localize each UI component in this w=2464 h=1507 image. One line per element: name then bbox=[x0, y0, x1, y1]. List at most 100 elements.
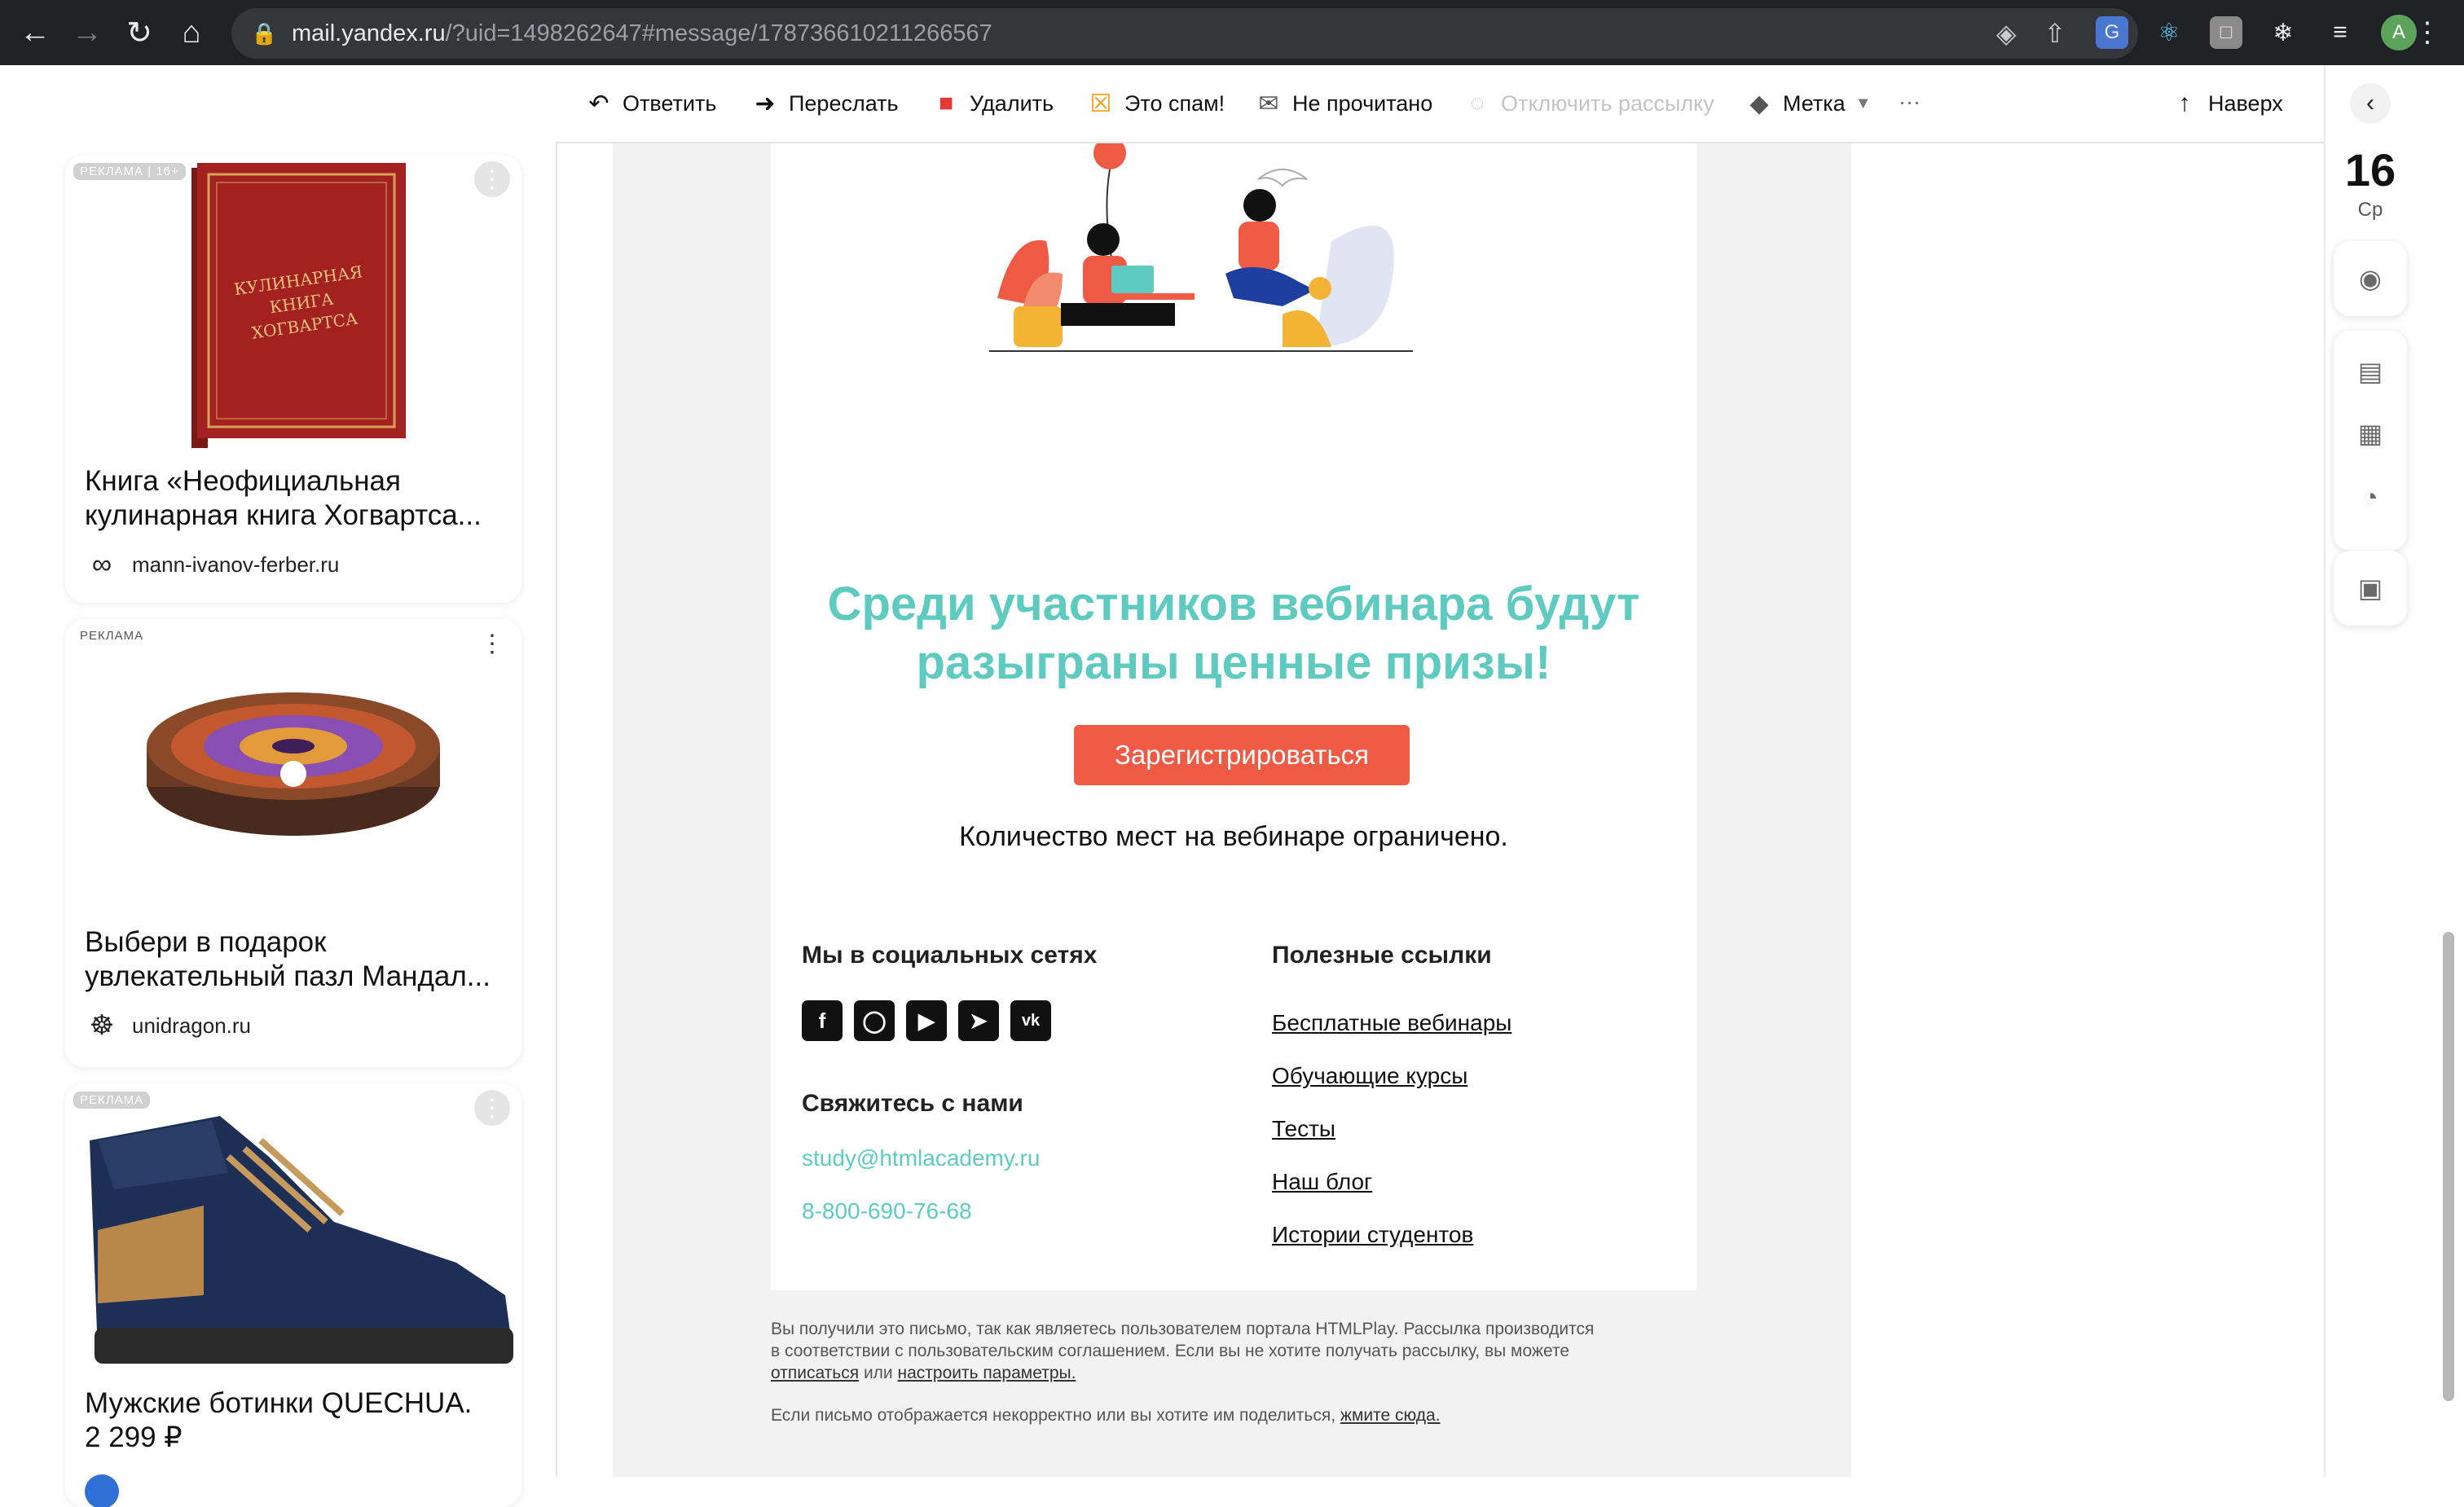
footer-or: или bbox=[863, 1364, 893, 1382]
forward-icon[interactable]: → bbox=[62, 7, 112, 58]
unsubscribe-button[interactable]: ◌ Отключить рассылку bbox=[1463, 90, 1714, 117]
rail-tile-apps: ▤ ▦ ◔ bbox=[2334, 331, 2407, 551]
ad-title-line: кулинарная книга Хогвартса... bbox=[85, 499, 482, 531]
browser-toolbar: ← → ↻ ⌂ 🔒 mail.yandex.ru/?uid=1498262647… bbox=[0, 0, 2464, 65]
link-student-stories[interactable]: Истории студентов bbox=[1272, 1222, 1473, 1248]
profile-avatar[interactable]: A bbox=[2381, 15, 2417, 51]
react-devtools-icon[interactable]: ⚛ bbox=[2153, 16, 2185, 49]
telegram-icon[interactable]: ➤ bbox=[958, 1000, 999, 1041]
unsubscribe-label: Отключить рассылку bbox=[1501, 90, 1714, 116]
link-blog[interactable]: Наш блог bbox=[1272, 1169, 1372, 1195]
envelope-icon: ✉ bbox=[1258, 90, 1279, 117]
share-letter-link[interactable]: жмите сюда. bbox=[1340, 1406, 1441, 1425]
extensions-bar: G ⚛ □ ❄ ≡ A bbox=[2096, 0, 2417, 65]
label-dropdown[interactable]: ◆ Метка ▼ bbox=[1745, 90, 1871, 118]
translate-extension-icon[interactable]: G bbox=[2096, 16, 2128, 49]
ad-title-line: Мужские ботинки QUECHUA. bbox=[85, 1387, 473, 1419]
ad-title-line: Выбери в подарок bbox=[85, 926, 327, 958]
youtube-icon[interactable]: ▶ bbox=[906, 1000, 947, 1041]
register-button[interactable]: Зарегистрироваться bbox=[1074, 725, 1410, 785]
scroll-top-button[interactable]: ↑ Наверх bbox=[2171, 90, 2283, 117]
delete-button[interactable]: ■ Удалить bbox=[932, 90, 1054, 117]
unsubscribe-icon: ◌ bbox=[1470, 90, 1485, 116]
puzzle-extensions-icon[interactable]: ❄ bbox=[2267, 16, 2299, 49]
forward-button[interactable]: ➜ Переслать bbox=[751, 90, 898, 118]
link-tests[interactable]: Тесты bbox=[1272, 1116, 1335, 1142]
rail-tile-telemost: ◉ bbox=[2334, 241, 2407, 316]
useful-links-heading: Полезные ссылки bbox=[1272, 942, 1492, 969]
contact-heading: Свяжитесь с нами bbox=[802, 1090, 1023, 1117]
ad-domain[interactable]: ∞ mann-ivanov-ferber.ru bbox=[85, 547, 339, 582]
delete-label: Удалить bbox=[970, 90, 1054, 116]
extension-icon[interactable]: □ bbox=[2210, 16, 2242, 49]
address-bar[interactable]: 🔒 mail.yandex.ru/?uid=1498262647#message… bbox=[231, 8, 2138, 59]
promo-line: Среди участников вебинара будут bbox=[827, 578, 1640, 630]
mail-view: Вы получили это письмо, так как являетес… bbox=[556, 65, 2324, 1477]
ad-domain[interactable]: ☸ unidragon.ru bbox=[85, 1008, 251, 1043]
link-free-webinars[interactable]: Бесплатные вебинары bbox=[1272, 1010, 1511, 1036]
promo-heading: Среди участников вебинара будут разыгран… bbox=[771, 575, 1696, 692]
vk-icon[interactable]: vk bbox=[1010, 1000, 1051, 1041]
more-actions-button[interactable]: ··· bbox=[1899, 90, 1921, 115]
webinar-illustration bbox=[989, 143, 1413, 352]
ad-title-line: Книга «Неофициальная bbox=[85, 465, 401, 497]
scrollbar[interactable] bbox=[2443, 932, 2454, 1401]
unsubscribe-link[interactable]: отписаться bbox=[771, 1364, 859, 1382]
back-icon[interactable]: ← bbox=[10, 7, 60, 58]
letter-card: Среди участников вебинара будут разыгран… bbox=[771, 143, 1696, 1290]
lock-icon: 🔒 bbox=[251, 20, 278, 46]
contact-email-link[interactable]: study@htmlacademy.ru bbox=[802, 1145, 1040, 1171]
url-text[interactable]: mail.yandex.ru/?uid=1498262647#message/1… bbox=[292, 20, 992, 47]
unread-label: Не прочитано bbox=[1292, 91, 1433, 116]
browser-menu-icon[interactable]: ⋮ bbox=[2413, 0, 2441, 65]
letter-footer: Вы получили это письмо, так как являетес… bbox=[771, 1318, 1635, 1426]
ad-card-boots[interactable]: РЕКЛАМА ⋮ Мужские ботинки QUECHUA. 2 299… bbox=[65, 1083, 521, 1507]
ad-title[interactable]: Выбери в подарок увлекательный пазл Манд… bbox=[85, 925, 491, 994]
reply-label: Ответить bbox=[623, 91, 717, 116]
settings-link[interactable]: настроить параметры. bbox=[898, 1364, 1076, 1382]
chevron-left-icon[interactable]: ‹ bbox=[2350, 83, 2391, 124]
pie-chart-icon[interactable]: ◔ bbox=[2354, 481, 2387, 513]
mail-toolbar: ↶ Ответить ➜ Переслать ■ Удалить ☒ Это с… bbox=[556, 65, 2324, 143]
ad-domain-text: mann-ivanov-ferber.ru bbox=[132, 551, 340, 577]
ad-menu-icon[interactable]: ⋮ bbox=[474, 626, 510, 661]
advertiser-logo-icon bbox=[85, 1474, 119, 1507]
contact-phone-link[interactable]: 8-800-690-76-68 bbox=[802, 1198, 972, 1224]
social-heading: Мы в социальных сетях bbox=[802, 942, 1098, 969]
video-call-icon[interactable]: ◉ bbox=[2354, 262, 2387, 295]
instagram-icon[interactable]: ◯ bbox=[854, 1000, 895, 1041]
social-icons: f ◯ ▶ ➤ vk bbox=[802, 1000, 1051, 1041]
link-courses[interactable]: Обучающие курсы bbox=[1272, 1063, 1467, 1089]
ad-card-book[interactable]: КУЛИНАРНАЯ КНИГА ХОГВАРТСА РЕКЛАМА | 16+… bbox=[65, 155, 521, 603]
reply-button[interactable]: ↶ Ответить bbox=[585, 90, 716, 118]
ad-label: РЕКЛАМА bbox=[73, 1092, 151, 1109]
eye-icon[interactable]: ◈ bbox=[1996, 18, 2017, 49]
form-icon[interactable]: ▣ bbox=[2354, 572, 2387, 604]
notes-icon[interactable]: ▤ bbox=[2354, 355, 2387, 388]
spam-button[interactable]: ☒ Это спам! bbox=[1087, 90, 1225, 118]
limited-seats-text: Количество мест на вебинаре ограничено. bbox=[959, 821, 1508, 852]
ad-title-line: увлекательный пазл Мандал... bbox=[85, 960, 491, 992]
dragon-logo-icon: ☸ bbox=[89, 1010, 115, 1041]
calendar-weekday: Ср bbox=[2357, 199, 2383, 221]
calendar-day[interactable]: 16 bbox=[2325, 143, 2415, 196]
facebook-icon[interactable]: f bbox=[802, 1000, 843, 1041]
ad-menu-icon[interactable]: ⋮ bbox=[474, 1090, 510, 1126]
ad-title[interactable]: Мужские ботинки QUECHUA. 2 299 ₽ bbox=[85, 1386, 472, 1455]
share-icon[interactable]: ⇧ bbox=[2044, 18, 2066, 49]
trash-icon: ■ bbox=[938, 90, 954, 116]
mark-unread-button[interactable]: ✉ Не прочитано bbox=[1255, 90, 1432, 118]
ad-card-puzzle[interactable]: РЕКЛАМА ⋮ Выбери в подарок увлекательный… bbox=[65, 619, 521, 1067]
footer-text-line: Вы получили это письмо, так как являетес… bbox=[771, 1320, 1595, 1338]
reading-list-icon[interactable]: ≡ bbox=[2324, 16, 2356, 49]
ad-price: 2 299 ₽ bbox=[85, 1421, 183, 1453]
widgets-icon[interactable]: ▦ bbox=[2354, 417, 2387, 450]
home-icon[interactable]: ⌂ bbox=[166, 7, 217, 58]
reload-icon[interactable]: ↻ bbox=[114, 7, 165, 58]
ad-menu-icon[interactable]: ⋮ bbox=[474, 161, 510, 197]
ads-column: КУЛИНАРНАЯ КНИГА ХОГВАРТСА РЕКЛАМА | 16+… bbox=[0, 65, 556, 1507]
rail-tile-forms: ▣ bbox=[2334, 551, 2407, 626]
ad-label: РЕКЛАМА | 16+ bbox=[73, 163, 186, 180]
arrow-up-icon: ↑ bbox=[2178, 90, 2191, 116]
ad-title[interactable]: Книга «Неофициальная кулинарная книга Хо… bbox=[85, 464, 482, 533]
